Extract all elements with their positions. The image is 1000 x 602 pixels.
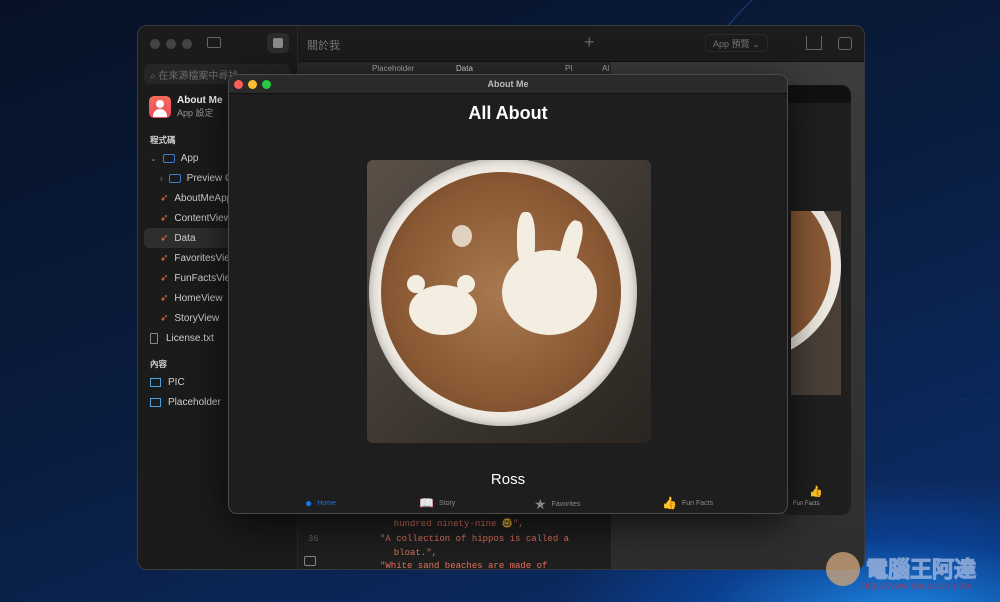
tab-favorites[interactable]: ★ Favorites xyxy=(534,496,580,513)
code-line: hundred ninety-nine 🤓", xyxy=(383,519,524,529)
preview-tab-label: Fun Facts xyxy=(793,501,820,507)
stop-button[interactable] xyxy=(267,33,289,53)
toolbar: 關於我 + App 預覽 ⌄ xyxy=(298,26,864,62)
file-label: ContentView xyxy=(174,212,231,224)
console-toggle-icon[interactable] xyxy=(304,556,316,566)
image-icon xyxy=(150,397,161,407)
section-content: 內容 xyxy=(150,359,168,369)
document-icon xyxy=(150,332,158,344)
tab-data[interactable]: Data xyxy=(456,64,473,73)
swift-icon: ➶ xyxy=(160,232,169,244)
swift-icon: ➶ xyxy=(160,312,169,324)
code-line: bloat.", xyxy=(383,548,438,558)
watermark-mascot xyxy=(826,552,860,586)
section-code: 程式碼 xyxy=(150,135,176,145)
library-icon[interactable] xyxy=(806,36,822,50)
window-title: About Me xyxy=(487,79,529,89)
close-button[interactable] xyxy=(234,80,243,89)
folder-icon xyxy=(168,173,181,183)
thumbs-up-icon: 👍 xyxy=(809,486,823,498)
app-name: About Me xyxy=(177,95,223,106)
tab-label: Fun Facts xyxy=(681,499,714,507)
preview-menu-label: App 預覽 xyxy=(713,39,750,49)
swift-icon: ➶ xyxy=(160,212,169,224)
person-icon: ● xyxy=(305,496,313,510)
profile-photo xyxy=(367,160,651,443)
preview-menu[interactable]: App 預覽 ⌄ xyxy=(705,34,768,52)
tab-label: Story xyxy=(438,499,456,507)
image-icon xyxy=(150,377,161,387)
inspector-icon[interactable] xyxy=(838,37,852,50)
tab-label: Home xyxy=(317,499,336,507)
app-icon xyxy=(149,96,171,118)
add-icon[interactable]: + xyxy=(584,32,595,53)
code-line: "White sand beaches are made of xyxy=(380,561,548,570)
star-icon: ★ xyxy=(534,496,547,512)
preview-device: 👍 Fun Facts xyxy=(781,85,851,515)
asset-label: PIC xyxy=(168,376,185,388)
title-bar: About Me xyxy=(229,75,787,94)
folder-icon xyxy=(162,153,175,163)
file-label: License.txt xyxy=(166,332,214,344)
tab-al[interactable]: Al xyxy=(602,64,609,73)
thumbs-up-icon: 👍 xyxy=(662,496,677,510)
tab-placeholder[interactable]: Placeholder xyxy=(372,64,414,73)
swift-icon: ➶ xyxy=(160,272,169,284)
project-title: 關於我 xyxy=(307,40,340,52)
swift-icon: ➶ xyxy=(160,252,169,264)
tab-home[interactable]: ● Home xyxy=(305,496,336,510)
tab-pic[interactable]: PI xyxy=(565,64,573,73)
swift-icon: ➶ xyxy=(160,192,169,204)
tab-story[interactable]: 📖 Story xyxy=(419,496,455,510)
watermark-url: http://www.kocpc.com.tw xyxy=(862,581,972,592)
tab-label: Favorites xyxy=(551,501,581,508)
window-controls[interactable] xyxy=(150,39,192,49)
about-me-window: About Me All About Ross ● Home 📖 Story ★ Fa… xyxy=(228,74,788,514)
zoom-button[interactable] xyxy=(262,80,271,89)
code-line: "A collection of hippos is called a xyxy=(380,534,570,544)
book-icon: 📖 xyxy=(419,496,434,510)
sidebar-toggle-icon[interactable] xyxy=(207,37,221,48)
tab-fun-facts[interactable]: 👍 Fun Facts xyxy=(662,496,713,510)
person-name: Ross xyxy=(490,471,526,488)
file-label: HomeView xyxy=(174,292,223,304)
file-label: AboutMeApp xyxy=(174,192,233,204)
line-number: 36 xyxy=(308,534,319,544)
file-label: App xyxy=(180,152,199,164)
minimize-button[interactable] xyxy=(248,80,257,89)
app-subtitle: App 設定 xyxy=(177,108,214,118)
asset-label: Placeholder xyxy=(168,396,221,408)
file-label: StoryView xyxy=(174,312,220,324)
swift-icon: ➶ xyxy=(160,292,169,304)
watermark-text: 電腦王阿達 xyxy=(865,557,977,583)
page-heading: All About xyxy=(468,103,548,123)
file-label: Data xyxy=(174,232,196,244)
